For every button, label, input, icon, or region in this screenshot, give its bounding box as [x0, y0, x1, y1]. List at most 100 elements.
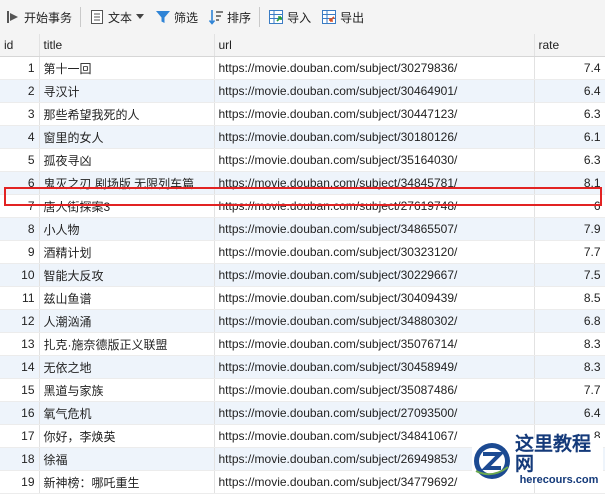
cell-title[interactable]: 兹山鱼谱 — [39, 286, 215, 310]
dropdown-arrow-icon[interactable] — [135, 9, 145, 25]
cell-url[interactable]: https://movie.douban.com/subject/3488030… — [214, 309, 535, 333]
cell-url[interactable]: https://movie.douban.com/subject/3018012… — [214, 125, 535, 149]
begin-transaction-label: 开始事务 — [24, 10, 73, 25]
import-button[interactable]: 导入 — [263, 0, 316, 34]
cell-title[interactable]: 黑道与家族 — [39, 378, 215, 402]
sort-label: 排序 — [227, 10, 252, 25]
cell-title[interactable]: 人潮汹涌 — [39, 309, 215, 333]
table-row[interactable]: 8 小人物 https://movie.douban.com/subject/348… — [0, 217, 605, 241]
cell-id[interactable]: 13 — [0, 332, 40, 356]
begin-transaction-button[interactable]: 开始事务 — [0, 0, 77, 34]
table-row[interactable]: 9 酒精计划 https://movie.douban.com/subject/30… — [0, 240, 605, 264]
cell-title[interactable]: 酒精计划 — [39, 240, 215, 264]
cell-rate[interactable]: 6.1 — [534, 125, 605, 149]
cell-id[interactable]: 19 — [0, 470, 40, 494]
cell-id[interactable]: 5 — [0, 148, 40, 172]
column-header-id[interactable]: id — [0, 34, 40, 57]
filter-button[interactable]: 筛选 — [150, 0, 203, 34]
cell-url[interactable]: https://movie.douban.com/subject/3508748… — [214, 378, 535, 402]
sort-button[interactable]: 排序 — [203, 0, 256, 34]
cell-id[interactable]: 2 — [0, 79, 40, 103]
table-row[interactable]: 15 黑道与家族 https://movie.douban.com/subject/… — [0, 378, 605, 402]
cell-title[interactable]: 徐福 — [39, 447, 215, 471]
table-row[interactable]: 5 孤夜寻凶 https://movie.douban.com/subject/35… — [0, 148, 605, 172]
column-header-title[interactable]: title — [39, 34, 215, 57]
cell-rate[interactable]: 7.4 — [534, 56, 605, 80]
table-row[interactable]: 13 扎克·施奈德版正义联盟 https://movie.douban.com/su… — [0, 332, 605, 356]
table-row[interactable]: 12 人潮汹涌 https://movie.douban.com/subject/3… — [0, 309, 605, 333]
toolbar-divider — [80, 7, 82, 27]
cell-rate[interactable]: 6.3 — [534, 148, 605, 172]
cell-url[interactable]: https://movie.douban.com/subject/3022966… — [214, 263, 535, 287]
table-row[interactable]: 2 寻汉计 https://movie.douban.com/subject/304… — [0, 79, 605, 103]
cell-title[interactable]: 无依之地 — [39, 355, 215, 379]
sort-icon — [208, 9, 224, 25]
cell-rate[interactable]: 7.7 — [534, 240, 605, 264]
cell-title[interactable]: 你好，李焕英 — [39, 424, 215, 448]
cell-title[interactable]: 寻汉计 — [39, 79, 215, 103]
filter-label: 筛选 — [174, 10, 199, 25]
import-label: 导入 — [287, 10, 312, 25]
cell-id[interactable]: 11 — [0, 286, 40, 310]
cell-rate[interactable]: 6.8 — [534, 309, 605, 333]
cell-title[interactable]: 小人物 — [39, 217, 215, 241]
cell-url[interactable]: https://movie.douban.com/subject/3046490… — [214, 79, 535, 103]
export-button[interactable]: 导出 — [316, 0, 369, 34]
cell-rate[interactable]: 8.5 — [534, 286, 605, 310]
table-row[interactable]: 16 氧气危机 https://movie.douban.com/subject/2… — [0, 401, 605, 425]
cell-rate[interactable]: 8.3 — [534, 355, 605, 379]
cell-title[interactable]: 氧气危机 — [39, 401, 215, 425]
table-row[interactable]: 10 智能大反攻 https://movie.douban.com/subject/… — [0, 263, 605, 287]
cell-id[interactable]: 10 — [0, 263, 40, 287]
cell-url[interactable]: https://movie.douban.com/subject/2709350… — [214, 401, 535, 425]
cell-title[interactable]: 第十一回 — [39, 56, 215, 80]
cell-id[interactable]: 4 — [0, 125, 40, 149]
toolbar-divider — [259, 7, 261, 27]
cell-url[interactable]: https://movie.douban.com/subject/3032312… — [214, 240, 535, 264]
cell-title[interactable]: 扎克·施奈德版正义联盟 — [39, 332, 215, 356]
cell-id[interactable]: 17 — [0, 424, 40, 448]
column-header-url[interactable]: url — [214, 34, 535, 57]
cell-id[interactable]: 16 — [0, 401, 40, 425]
cell-id[interactable]: 3 — [0, 102, 40, 126]
cell-url[interactable]: https://movie.douban.com/subject/3040943… — [214, 286, 535, 310]
cell-id[interactable]: 9 — [0, 240, 40, 264]
cell-rate[interactable]: 7.5 — [534, 263, 605, 287]
cell-url[interactable]: https://movie.douban.com/subject/3507671… — [214, 332, 535, 356]
cell-title[interactable]: 智能大反攻 — [39, 263, 215, 287]
column-header-rate[interactable]: rate — [534, 34, 605, 57]
cell-id[interactable]: 8 — [0, 217, 40, 241]
text-label: 文本 — [108, 10, 133, 25]
cell-rate[interactable]: 6.4 — [534, 401, 605, 425]
cell-id[interactable]: 14 — [0, 355, 40, 379]
watermark-title: 这里教程网 — [515, 433, 592, 475]
cell-url[interactable]: https://movie.douban.com/subject/3027983… — [214, 56, 535, 80]
table-row[interactable]: 1 第十一回 https://movie.douban.com/subject/30… — [0, 56, 605, 80]
cell-title[interactable]: 那些希望我死的人 — [39, 102, 215, 126]
cell-rate[interactable]: 7.7 — [534, 378, 605, 402]
watermark-logo-icon — [472, 441, 512, 481]
cell-title[interactable]: 窗里的女人 — [39, 125, 215, 149]
cell-id[interactable]: 15 — [0, 378, 40, 402]
cell-url[interactable]: https://movie.douban.com/subject/3044712… — [214, 102, 535, 126]
cell-rate[interactable]: 6.4 — [534, 79, 605, 103]
table-row[interactable]: 14 无依之地 https://movie.douban.com/subject/3… — [0, 355, 605, 379]
cell-rate[interactable]: 8.3 — [534, 332, 605, 356]
cell-rate[interactable]: 7.9 — [534, 217, 605, 241]
cell-url[interactable]: https://movie.douban.com/subject/3516403… — [214, 148, 535, 172]
cell-title[interactable]: 新神榜：哪吒重生 — [39, 470, 215, 494]
table-row[interactable]: 11 兹山鱼谱 https://movie.douban.com/subject/3… — [0, 286, 605, 310]
filter-icon — [155, 9, 171, 25]
cell-id[interactable]: 1 — [0, 56, 40, 80]
cell-url[interactable]: https://movie.douban.com/subject/3486550… — [214, 217, 535, 241]
cell-id[interactable]: 12 — [0, 309, 40, 333]
watermark-site: herecours.com — [519, 474, 599, 486]
cell-title[interactable]: 孤夜寻凶 — [39, 148, 215, 172]
table-row[interactable]: 3 那些希望我死的人 https://movie.douban.com/subjec… — [0, 102, 605, 126]
cell-id[interactable]: 18 — [0, 447, 40, 471]
cell-rate[interactable]: 6.3 — [534, 102, 605, 126]
text-document-icon — [89, 9, 105, 25]
cell-url[interactable]: https://movie.douban.com/subject/3045894… — [214, 355, 535, 379]
table-row[interactable]: 4 窗里的女人 https://movie.douban.com/subject/3… — [0, 125, 605, 149]
text-button[interactable]: 文本 — [84, 0, 150, 34]
